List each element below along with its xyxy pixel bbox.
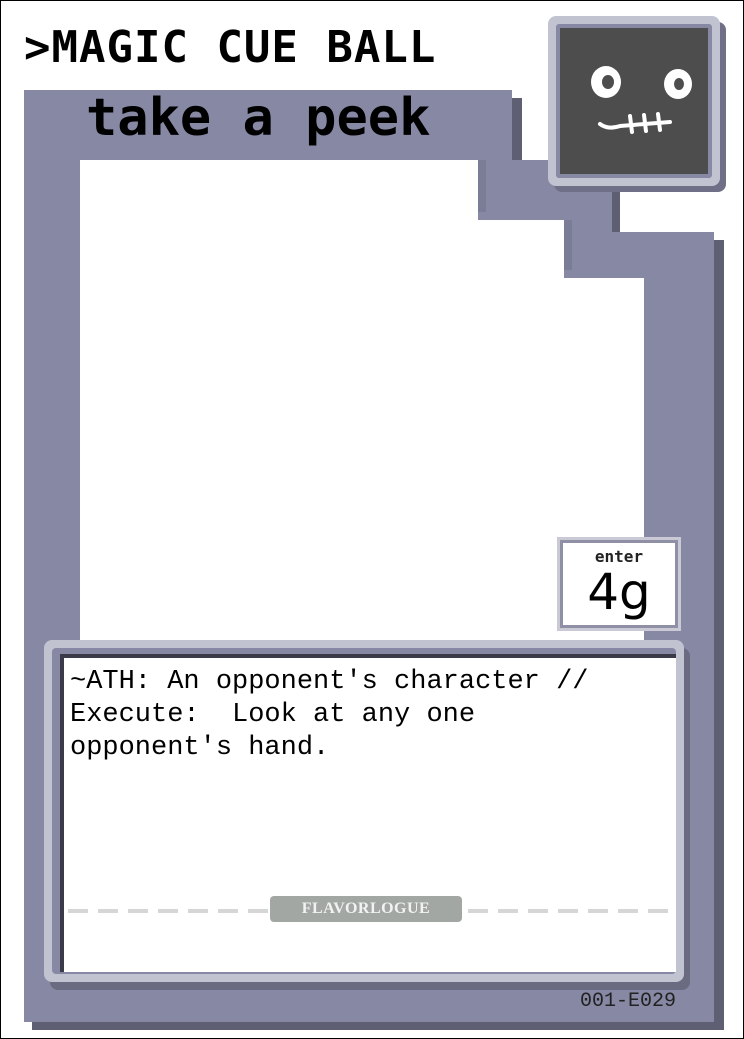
rules-text: ~ATH: An opponent's character // Execute… (70, 667, 589, 763)
cost-value: 4g (587, 563, 651, 621)
card-subtitle: take a peek (86, 88, 431, 148)
card-name: MAGIC CUE BALL (51, 22, 437, 73)
portrait-box (548, 16, 726, 192)
flavor-label: FLAVORLOGUE (270, 896, 462, 922)
card-code: 001-E029 (580, 990, 677, 1013)
card-title: >MAGIC CUE BALL (24, 22, 436, 73)
cost-box: enter 4g (557, 537, 681, 631)
prompt-symbol: > (24, 22, 52, 73)
